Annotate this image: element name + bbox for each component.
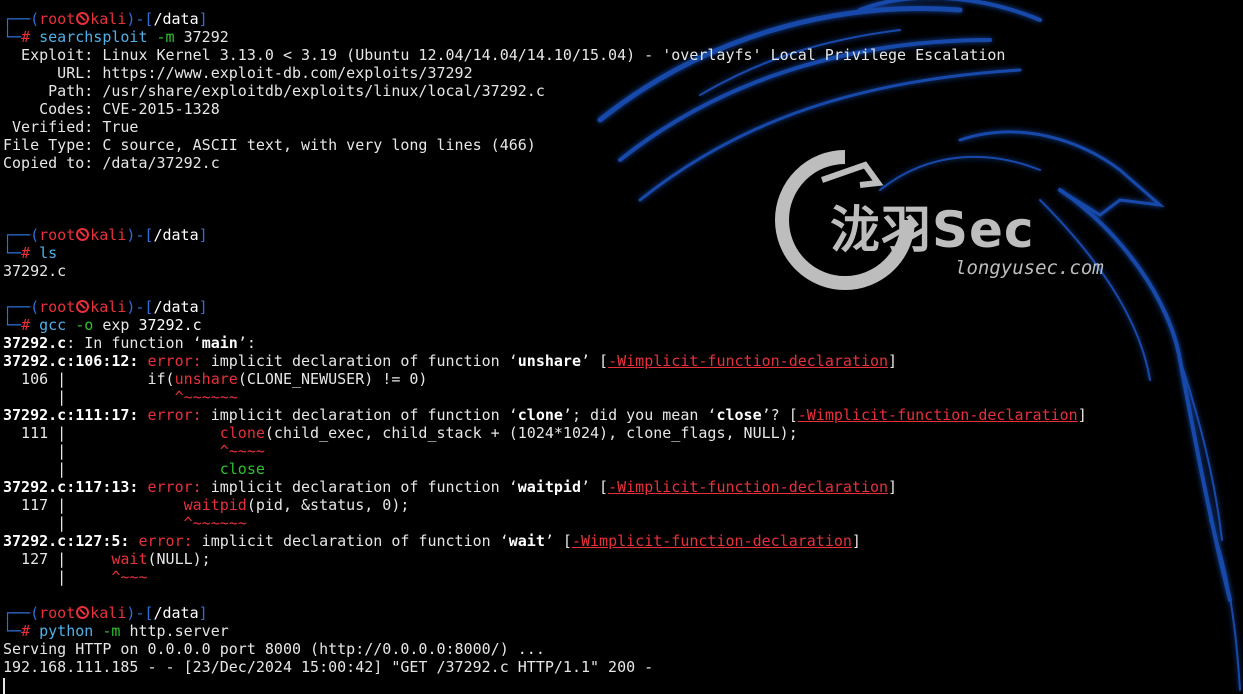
code-line: 117 | waitpid(pid, &status, 0);	[3, 496, 410, 514]
prompt-user: root	[39, 10, 76, 28]
prompt-dir: /data	[153, 298, 199, 316]
output-line: Path: /usr/share/exploitdb/exploits/linu…	[3, 82, 545, 100]
output-line: URL: https://www.exploit-db.com/exploits…	[3, 64, 473, 82]
command-name: gcc	[39, 316, 67, 334]
command-name: ls	[39, 244, 58, 262]
gcc-error-line: 37292.c:127:5: error: implicit declarati…	[3, 532, 861, 550]
terminal-output: ┌──(root kali)-[/data] └─# searchsploit -…	[3, 10, 1087, 694]
prompt-hash-prefix: └─	[3, 28, 22, 46]
command-name: searchsploit	[39, 28, 148, 46]
caret-line: | ^~~~~	[3, 442, 265, 460]
prompt-hash: #	[21, 28, 31, 46]
caret-line: | ^~~~~~~	[3, 388, 238, 406]
command-arg: 37292	[183, 28, 229, 46]
gcc-in-function-line: 37292.c: In function ‘main’:	[3, 334, 256, 352]
prompt-hash: #	[21, 622, 31, 640]
prompt-hash-prefix: └─	[3, 316, 22, 334]
prompt-sep: )-[	[126, 226, 154, 244]
prompt-corner: ┌──(	[3, 604, 40, 622]
prompt-user: root	[39, 604, 76, 622]
command-arg: http.server	[129, 622, 229, 640]
skull-icon	[76, 12, 90, 25]
output-line: Copied to: /data/37292.c	[3, 154, 220, 172]
caret-line: | ^~~~	[3, 568, 148, 586]
command-name: python	[39, 622, 94, 640]
output-line: 192.168.111.185 - - [23/Dec/2024 15:00:4…	[3, 658, 654, 676]
prompt-hash: #	[21, 244, 31, 262]
prompt-corner: ┌──(	[3, 226, 40, 244]
warning-flag-link[interactable]: -Wimplicit-function-declaration	[608, 352, 888, 370]
output-line: Exploit: Linux Kernel 3.13.0 < 3.19 (Ubu…	[3, 46, 1006, 64]
prompt-corner: ┌──(	[3, 298, 40, 316]
prompt-close: ]	[198, 10, 208, 28]
gcc-error-line: 37292.c:117:13: error: implicit declarat…	[3, 478, 898, 496]
prompt-host: kali	[90, 604, 127, 622]
prompt-close: ]	[198, 226, 208, 244]
code-line: 127 | wait(NULL);	[3, 550, 211, 568]
prompt-line: ┌──(root kali)-[/data]	[3, 226, 1087, 244]
code-line: 106 | if(unshare(CLONE_NEWUSER) != 0)	[3, 370, 428, 388]
prompt-dir: /data	[153, 226, 199, 244]
output-line: File Type: C source, ASCII text, with ve…	[3, 136, 536, 154]
skull-icon	[76, 300, 90, 313]
gcc-error-line: 37292.c:111:17: error: implicit declarat…	[3, 406, 1087, 424]
prompt-host: kali	[90, 226, 127, 244]
prompt-host: kali	[90, 10, 127, 28]
command-flag: -o	[75, 316, 94, 334]
skull-icon	[76, 606, 90, 619]
prompt-close: ]	[198, 298, 208, 316]
prompt-close: ]	[198, 604, 208, 622]
prompt-sep: )-[	[126, 10, 154, 28]
output-line: 37292.c	[3, 262, 67, 280]
command-flag: -m	[156, 28, 175, 46]
fixit-line: | close	[3, 460, 265, 478]
command-arg: 37292.c	[138, 316, 202, 334]
prompt-user: root	[39, 298, 76, 316]
prompt-dir: /data	[153, 604, 199, 622]
command-line: └─# gcc -o exp 37292.c	[3, 316, 1087, 334]
prompt-line: ┌──(root kali)-[/data]	[3, 604, 1087, 622]
command-flag: -m	[102, 622, 121, 640]
prompt-hash-prefix: └─	[3, 244, 22, 262]
prompt-line: ┌──(root kali)-[/data]	[3, 298, 1087, 316]
prompt-hash: #	[21, 316, 31, 334]
prompt-host: kali	[90, 298, 127, 316]
caret-line: | ^~~~~~~	[3, 514, 247, 532]
skull-icon	[76, 228, 90, 241]
warning-flag-link[interactable]: -Wimplicit-function-declaration	[608, 478, 888, 496]
text-cursor[interactable]	[3, 677, 5, 694]
output-line: Codes: CVE-2015-1328	[3, 100, 220, 118]
warning-flag-link[interactable]: -Wimplicit-function-declaration	[572, 532, 852, 550]
command-line: └─# python -m http.server	[3, 622, 1087, 640]
prompt-hash-prefix: └─	[3, 622, 22, 640]
prompt-user: root	[39, 226, 76, 244]
command-arg: exp	[102, 316, 130, 334]
prompt-corner: ┌──(	[3, 10, 40, 28]
gcc-error-line: 37292.c:106:12: error: implicit declarat…	[3, 352, 898, 370]
command-line: └─# ls	[3, 244, 1087, 262]
command-line: └─# searchsploit -m 37292	[3, 28, 1087, 46]
output-line: Verified: True	[3, 118, 139, 136]
prompt-line: ┌──(root kali)-[/data]	[3, 10, 1087, 28]
warning-flag-link[interactable]: -Wimplicit-function-declaration	[798, 406, 1078, 424]
code-line: 111 | clone(child_exec, child_stack + (1…	[3, 424, 798, 442]
input-line[interactable]	[3, 676, 1087, 694]
prompt-sep: )-[	[126, 298, 154, 316]
prompt-dir: /data	[153, 10, 199, 28]
prompt-sep: )-[	[126, 604, 154, 622]
output-line: Serving HTTP on 0.0.0.0 port 8000 (http:…	[3, 640, 545, 658]
